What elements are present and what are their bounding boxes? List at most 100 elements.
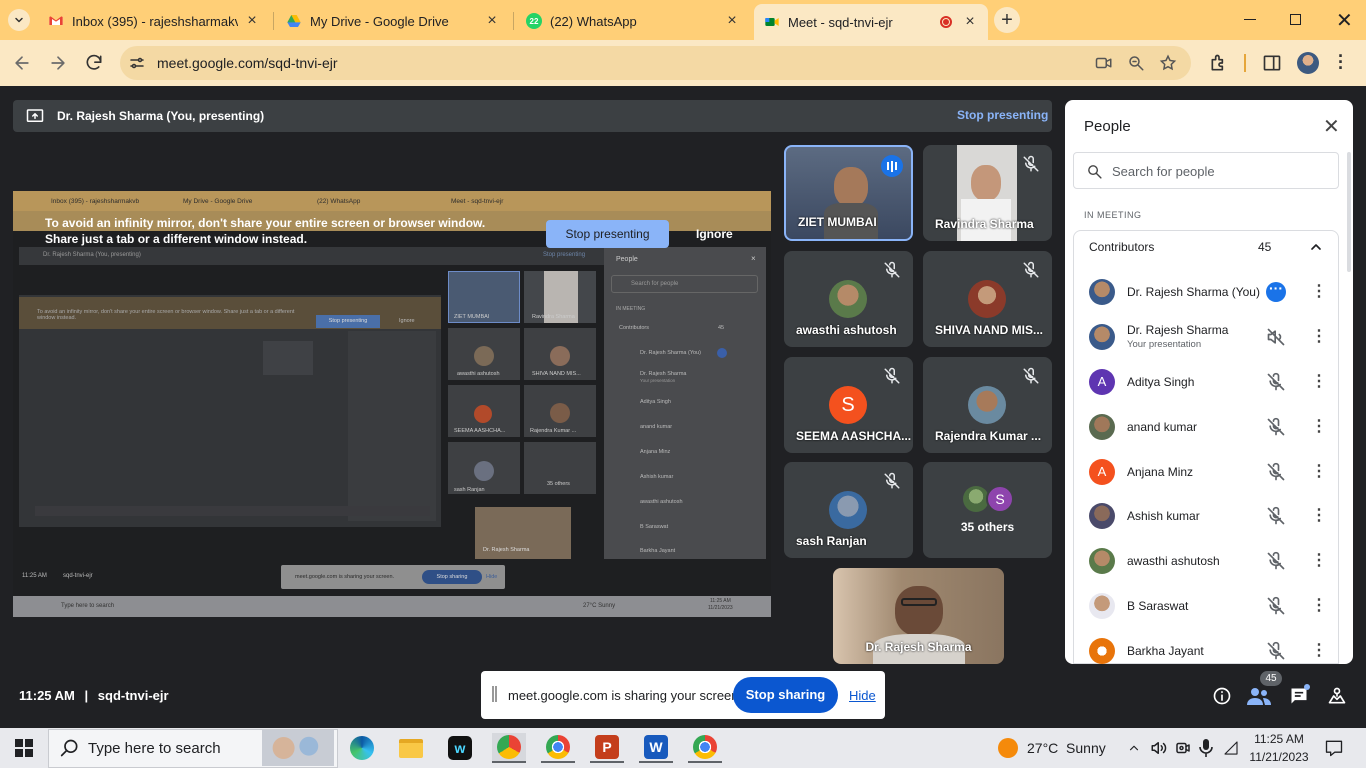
panel-scrollbar[interactable] bbox=[1347, 152, 1351, 272]
tab-google-drive[interactable]: My Drive - Google Drive × bbox=[276, 6, 510, 36]
participant-tile[interactable]: sash Ranjan bbox=[784, 462, 913, 558]
speaker-icon[interactable] bbox=[1150, 739, 1168, 757]
windows-start-icon[interactable] bbox=[15, 739, 33, 757]
tab-gmail[interactable]: Inbox (395) - rajeshsharmakvb × bbox=[38, 6, 270, 36]
hide-link[interactable]: Hide bbox=[849, 688, 876, 703]
mini-stop-presenting: Stop presenting bbox=[543, 252, 586, 258]
people-panel: People ✕ Search for people IN MEETING Co… bbox=[1065, 100, 1353, 664]
sound-off-icon bbox=[1267, 328, 1285, 345]
participant-name: Dr. Rajesh Sharma bbox=[1127, 323, 1229, 337]
mini-tile-name: 35 others bbox=[547, 481, 570, 487]
file-explorer-icon[interactable] bbox=[394, 733, 428, 763]
edge-icon[interactable] bbox=[345, 733, 379, 763]
contributors-count: 45 bbox=[1258, 240, 1272, 254]
stop-presenting-link[interactable]: Stop presenting bbox=[957, 108, 1048, 122]
more-vert-icon[interactable]: ⋮ bbox=[1311, 373, 1327, 391]
activities-icon[interactable] bbox=[1327, 686, 1347, 706]
chrome-profile-icon[interactable] bbox=[492, 733, 526, 763]
microphone-icon[interactable] bbox=[1199, 739, 1213, 757]
stop-sharing-button[interactable]: Stop sharing bbox=[733, 677, 838, 713]
drag-handle-icon[interactable] bbox=[492, 686, 497, 702]
mini-name: awasthi ashutosh bbox=[640, 499, 683, 505]
reload-icon[interactable] bbox=[84, 53, 104, 73]
participant-tile[interactable]: S SEEMA AASHCHA... bbox=[784, 357, 913, 453]
chevron-down-icon bbox=[15, 17, 23, 23]
close-tab-icon[interactable]: × bbox=[244, 12, 260, 30]
more-vert-icon[interactable]: ⋮ bbox=[1311, 463, 1327, 481]
close-tab-icon[interactable]: × bbox=[962, 13, 978, 31]
powerpoint-icon[interactable]: P bbox=[590, 733, 624, 763]
site-settings-icon[interactable] bbox=[128, 54, 146, 72]
chrome-icon[interactable] bbox=[688, 733, 722, 763]
back-icon[interactable] bbox=[12, 53, 32, 73]
participant-row[interactable]: Barkha Jayant ⋮ bbox=[1065, 628, 1335, 664]
minimize-button[interactable] bbox=[1244, 19, 1256, 20]
participant-tile[interactable]: Ravindra Sharma bbox=[923, 145, 1052, 241]
whatsapp-icon: 22 bbox=[526, 13, 542, 29]
camera-in-use-icon[interactable] bbox=[1095, 54, 1113, 72]
more-vert-icon[interactable]: ⋮ bbox=[1311, 597, 1327, 615]
participant-row[interactable]: Dr. Rajesh Sharma Your presentation ⋮ bbox=[1065, 314, 1335, 359]
people-icon[interactable] bbox=[1246, 685, 1272, 707]
webex-icon[interactable]: w bbox=[443, 733, 477, 763]
participant-row[interactable]: Dr. Rajesh Sharma (You) ··· ⋮ bbox=[1065, 269, 1335, 314]
browser-menu-icon[interactable]: · · · bbox=[1338, 47, 1344, 77]
profile-avatar[interactable] bbox=[1297, 52, 1319, 74]
bookmark-star-icon[interactable] bbox=[1159, 54, 1177, 72]
clock-time[interactable]: 11:25 AM bbox=[1249, 732, 1309, 746]
participant-row[interactable]: awasthi ashutosh ⋮ bbox=[1065, 538, 1335, 583]
participant-tile[interactable]: awasthi ashutosh bbox=[784, 251, 913, 347]
more-options-badge-icon[interactable]: ··· bbox=[1266, 281, 1286, 302]
more-vert-icon[interactable]: ⋮ bbox=[1311, 283, 1327, 301]
new-tab-button[interactable]: + bbox=[994, 7, 1020, 33]
clock-date[interactable]: 11/21/2023 bbox=[1244, 750, 1314, 764]
participant-row[interactable]: Ashish kumar ⋮ bbox=[1065, 493, 1335, 538]
participant-tile[interactable]: Rajendra Kumar ... bbox=[923, 357, 1052, 453]
close-tab-icon[interactable]: × bbox=[724, 12, 740, 30]
ignore-button[interactable]: Ignore bbox=[696, 227, 733, 241]
tab-whatsapp[interactable]: 22 (22) WhatsApp × bbox=[516, 6, 750, 36]
participant-row[interactable]: A Anjana Minz ⋮ bbox=[1065, 449, 1335, 494]
more-vert-icon[interactable]: ⋮ bbox=[1311, 328, 1327, 346]
camera-icon[interactable] bbox=[1174, 739, 1192, 757]
extensions-icon[interactable] bbox=[1209, 53, 1229, 73]
mini-stop-presenting-button: Stop presenting bbox=[316, 315, 380, 328]
weather-text[interactable]: 27°C Sunny bbox=[1027, 740, 1106, 756]
participant-tile[interactable]: ZIET MUMBAI bbox=[784, 145, 913, 241]
meeting-info-icon[interactable] bbox=[1212, 686, 1232, 706]
stop-presenting-button[interactable]: Stop presenting bbox=[546, 220, 669, 248]
chevron-up-icon[interactable] bbox=[1308, 239, 1324, 255]
close-window-button[interactable]: ✕ bbox=[1336, 8, 1353, 33]
more-vert-icon[interactable]: ⋮ bbox=[1311, 418, 1327, 436]
mini-time: 11:25 AM bbox=[22, 573, 47, 579]
restore-button[interactable] bbox=[1290, 14, 1301, 25]
more-vert-icon[interactable]: ⋮ bbox=[1311, 552, 1327, 570]
participant-row[interactable]: anand kumar ⋮ bbox=[1065, 404, 1335, 449]
others-tile[interactable]: S 35 others bbox=[923, 462, 1052, 558]
participant-row[interactable]: A Aditya Singh ⋮ bbox=[1065, 359, 1335, 404]
participant-tile[interactable]: SHIVA NAND MIS... bbox=[923, 251, 1052, 347]
more-vert-icon[interactable]: ⋮ bbox=[1311, 507, 1327, 525]
side-panel-icon[interactable] bbox=[1262, 53, 1282, 73]
wifi-icon[interactable] bbox=[1222, 739, 1240, 757]
close-tab-icon[interactable]: × bbox=[484, 12, 500, 30]
mic-off-icon bbox=[1267, 372, 1285, 390]
more-vert-icon[interactable]: ⋮ bbox=[1311, 642, 1327, 660]
notifications-icon[interactable] bbox=[1324, 738, 1344, 758]
zoom-icon[interactable] bbox=[1127, 54, 1145, 72]
self-view-tile[interactable]: Dr. Rajesh Sharma bbox=[833, 568, 1004, 664]
tab-search-button[interactable] bbox=[8, 9, 30, 31]
participant-row[interactable]: B Saraswat ⋮ bbox=[1065, 583, 1335, 628]
people-search-input[interactable]: Search for people bbox=[1073, 152, 1339, 189]
word-icon[interactable]: W bbox=[639, 733, 673, 763]
chevron-up-icon[interactable] bbox=[1127, 741, 1141, 755]
mic-off-icon bbox=[884, 472, 900, 489]
mic-off-icon bbox=[1267, 417, 1285, 435]
tab-google-meet[interactable]: Meet - sqd-tnvi-ejr × bbox=[754, 4, 988, 40]
gmail-icon bbox=[49, 16, 63, 25]
forward-icon[interactable] bbox=[48, 53, 68, 73]
close-panel-icon[interactable]: ✕ bbox=[1323, 114, 1340, 139]
chrome-icon[interactable] bbox=[541, 733, 575, 763]
url-text[interactable]: meet.google.com/sqd-tnvi-ejr bbox=[157, 55, 338, 71]
participant-name: Barkha Jayant bbox=[1127, 643, 1204, 658]
